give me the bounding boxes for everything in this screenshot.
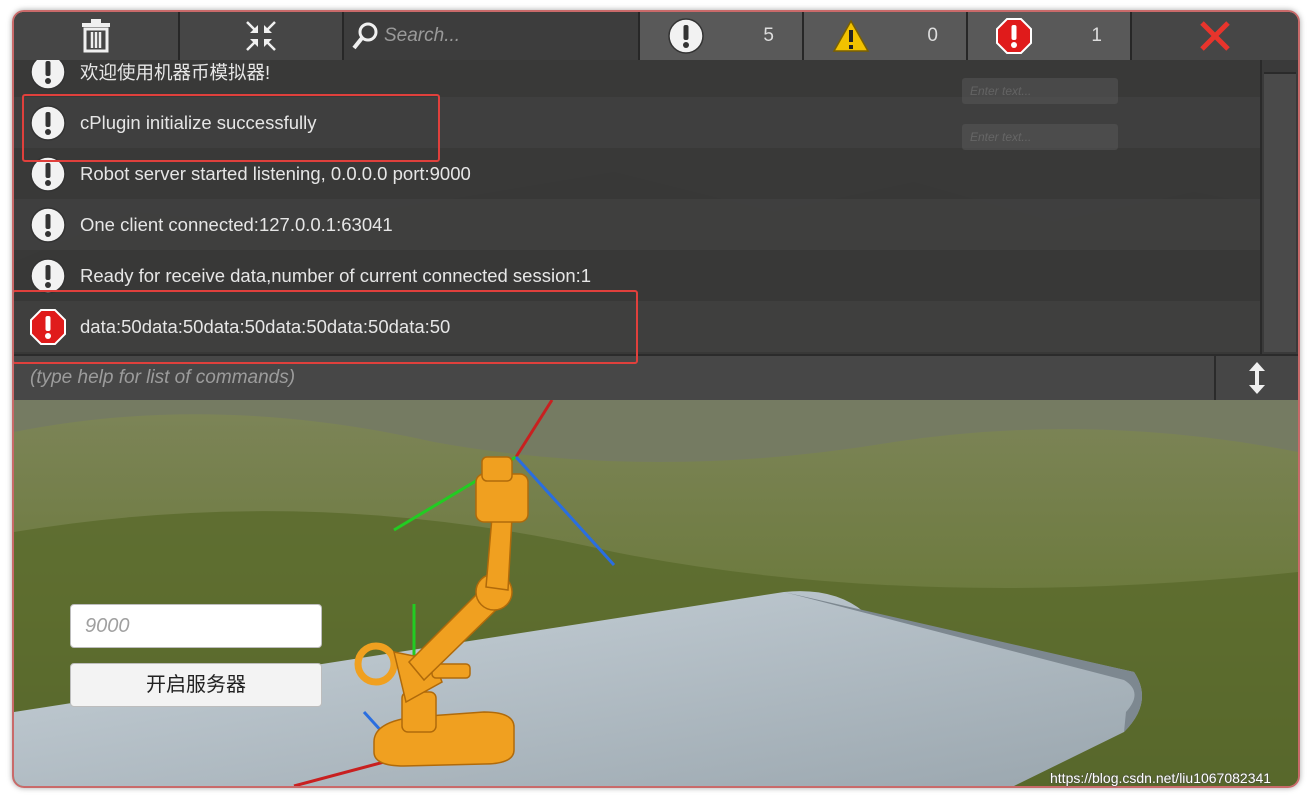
clear-button[interactable] bbox=[14, 12, 180, 60]
warning-filter-button[interactable]: 0 bbox=[804, 12, 968, 60]
resize-button[interactable] bbox=[1214, 354, 1298, 400]
close-icon bbox=[1200, 21, 1230, 51]
log-text: Ready for receive data,number of current… bbox=[80, 264, 592, 286]
command-placeholder: (type help for list of commands) bbox=[30, 367, 296, 388]
highlight-box bbox=[14, 290, 638, 364]
close-button[interactable] bbox=[1132, 12, 1298, 60]
search-input[interactable]: Search... bbox=[384, 25, 460, 47]
port-input[interactable]: 9000 bbox=[70, 604, 322, 648]
simulator-window: Search... 5 0 1 欢迎使用机器币模拟器! cPlugin init… bbox=[12, 10, 1300, 788]
start-server-button[interactable]: 开启服务器 bbox=[70, 663, 322, 707]
warning-icon bbox=[832, 19, 870, 52]
info-icon bbox=[30, 206, 66, 243]
info-icon bbox=[30, 60, 66, 90]
info-count: 5 bbox=[763, 25, 774, 46]
search-box[interactable]: Search... bbox=[344, 12, 640, 60]
collapse-arrows-icon bbox=[246, 21, 276, 51]
info-icon bbox=[30, 257, 66, 294]
warning-count: 0 bbox=[927, 25, 938, 46]
log-scrollbar[interactable] bbox=[1260, 60, 1298, 354]
error-count: 1 bbox=[1091, 25, 1102, 46]
watermark: https://blog.csdn.net/liu1067082341 bbox=[1050, 770, 1272, 786]
highlight-box bbox=[22, 94, 440, 162]
error-icon bbox=[996, 18, 1032, 54]
log-entry[interactable]: One client connected:127.0.0.1:63041 bbox=[14, 199, 1260, 250]
trash-icon bbox=[82, 19, 110, 53]
info-icon bbox=[668, 18, 704, 54]
collapse-button[interactable] bbox=[180, 12, 344, 60]
log-text: Robot server started listening, 0.0.0.0 … bbox=[80, 162, 471, 184]
scrollbar-thumb[interactable] bbox=[1264, 72, 1296, 352]
ghost-text-field: Enter text... bbox=[962, 78, 1118, 104]
search-icon bbox=[352, 22, 378, 50]
error-filter-button[interactable]: 1 bbox=[968, 12, 1132, 60]
info-filter-button[interactable]: 5 bbox=[640, 12, 804, 60]
console-toolbar: Search... 5 0 1 bbox=[14, 12, 1298, 60]
log-text: 欢迎使用机器币模拟器! bbox=[80, 61, 271, 83]
ghost-text-field: Enter text... bbox=[962, 124, 1118, 150]
log-text: One client connected:127.0.0.1:63041 bbox=[80, 213, 393, 235]
resize-vertical-icon bbox=[1249, 362, 1265, 394]
